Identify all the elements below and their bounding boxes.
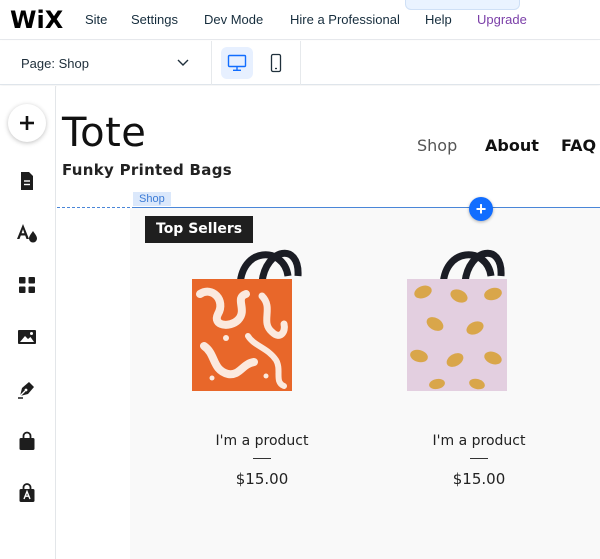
plus-icon: +: [475, 198, 487, 219]
menu-hire-professional[interactable]: Hire a Professional: [290, 12, 400, 27]
editor-canvas[interactable]: Tote Funky Printed Bags Shop About FAQ S…: [57, 86, 600, 559]
device-switcher: [212, 41, 301, 85]
product-divider: [253, 458, 271, 459]
apps-icon: [19, 277, 35, 293]
product-card[interactable]: I'm a product $15.00: [399, 236, 559, 496]
menu-dev-mode[interactable]: Dev Mode: [204, 12, 263, 27]
page-selector[interactable]: Page: Shop: [0, 41, 212, 85]
top-menu-bar: WiX Site Settings Dev Mode Hire a Profes…: [0, 0, 600, 40]
site-design-button[interactable]: [16, 222, 38, 244]
menu-settings[interactable]: Settings: [131, 12, 178, 27]
collapse-toolbar-tab[interactable]: ⌃: [405, 0, 520, 10]
editor-left-sidebar: [0, 86, 56, 559]
pages-menu-button[interactable]: [16, 170, 38, 192]
mobile-view-button[interactable]: [260, 47, 292, 79]
mobile-icon: [270, 53, 282, 73]
page-selector-label: Page: Shop: [21, 56, 89, 71]
page-toolbar: Page: Shop: [0, 41, 600, 85]
menu-upgrade[interactable]: Upgrade: [477, 12, 527, 27]
nav-shop[interactable]: Shop: [417, 136, 457, 155]
add-apps-button[interactable]: [16, 274, 38, 296]
add-section-button[interactable]: +: [469, 197, 493, 221]
pages-icon: [21, 172, 33, 190]
store-icon: [19, 431, 35, 450]
chevron-up-icon: ⌃: [458, 0, 467, 7]
chevron-down-icon: [177, 59, 189, 66]
add-elements-button[interactable]: [8, 104, 46, 142]
blog-icon: [18, 382, 34, 399]
media-icon: [18, 330, 36, 344]
section-name-tag[interactable]: Shop: [133, 192, 171, 206]
product-image-orange-tote: [192, 249, 302, 391]
store-button[interactable]: [16, 430, 38, 452]
product-name[interactable]: I'm a product: [182, 433, 342, 449]
desktop-view-button[interactable]: [221, 47, 253, 79]
menu-site[interactable]: Site: [85, 12, 107, 27]
product-price: $15.00: [452, 470, 506, 488]
site-tagline[interactable]: Funky Printed Bags: [62, 161, 232, 179]
product-card[interactable]: I'm a product $15.00: [182, 236, 342, 496]
menu-help[interactable]: Help: [425, 12, 452, 27]
bookings-icon: [19, 483, 35, 502]
site-title[interactable]: Tote: [62, 110, 146, 156]
add-icon: [20, 116, 34, 130]
product-name[interactable]: I'm a product: [399, 433, 559, 449]
media-button[interactable]: [16, 326, 38, 348]
bookings-button[interactable]: [16, 482, 38, 504]
product-image-lemon-tote: [407, 249, 507, 391]
product-price: $15.00: [235, 470, 289, 488]
desktop-icon: [227, 54, 247, 71]
nav-about[interactable]: About: [485, 136, 539, 155]
blog-button[interactable]: [16, 378, 38, 400]
wix-logo[interactable]: WiX: [10, 6, 63, 34]
nav-faq[interactable]: FAQ: [561, 136, 596, 155]
theme-icon: [17, 224, 37, 243]
product-divider: [470, 458, 488, 459]
